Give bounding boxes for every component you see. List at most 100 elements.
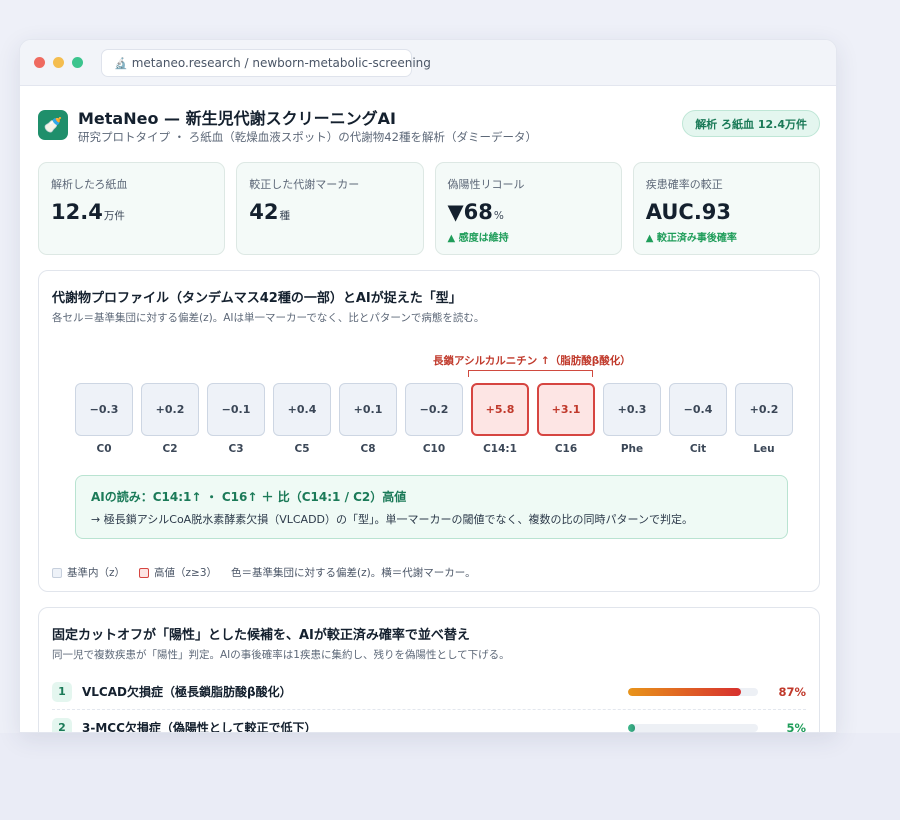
metabolite-profile-card: 代謝物プロファイル（タンデムマス42種の一部）とAIが捉えた「型」 各セル＝基準… [38, 270, 820, 592]
stat-label: 偽陽性リコール [447, 178, 525, 191]
stat-unit: 万件 [103, 210, 125, 222]
cell-marker-label: C14:1 [483, 443, 517, 455]
cell-marker-label: C10 [422, 443, 446, 455]
cell-marker-label: C8 [360, 443, 376, 455]
cell-marker-label: C3 [228, 443, 244, 455]
stat-value: ▼68% [448, 200, 609, 224]
profile-legend: 基準内（z） 高値（z≥3） 色＝基準集団に対する偏差(z)。横＝代謝マーカー。 [52, 565, 476, 580]
cell-z-value: +0.3 [603, 383, 661, 436]
cell-z-value: +5.8 [471, 383, 529, 436]
stat-value-number: 12.4 [51, 200, 103, 224]
metabolite-cell-c16: +3.1 C16 [537, 383, 595, 455]
address-bar[interactable]: 🔬 metaneo.research / newborn-metabolic-s… [101, 49, 431, 77]
ranking-title: 固定カットオフが「陽性」とした候補を、AIが較正済み確率で並べ替え [52, 628, 470, 643]
stat-card-samples: 解析したろ紙血 12.4万件 [38, 162, 226, 255]
metabolite-cell-c2: +0.2 C2 [141, 383, 199, 455]
legend-item-base: 基準内（z） [52, 565, 125, 580]
app-subtitle: 研究プロトタイプ ・ ろ紙血（乾燥血液スポット）の代謝物42種を解析（ダミーデー… [78, 130, 537, 144]
cell-z-value: +0.2 [735, 383, 793, 436]
legend-note: 色＝基準集団に対する偏差(z)。横＝代謝マーカー。 [231, 567, 476, 579]
stat-value: 42種 [249, 200, 410, 224]
legend-label-high: 高値（z≥3） [154, 567, 218, 579]
disease-label: 3-MCC欠損症（偽陽性として較正で低下） [82, 721, 317, 733]
ranking-card: 固定カットオフが「陽性」とした候補を、AIが較正済み確率で並べ替え 同一児で複数… [38, 607, 820, 733]
app-header: 🍼 MetaNeo — 新生児代謝スクリーニングAI 研究プロトタイプ ・ ろ紙… [38, 86, 820, 162]
metabolite-cell-c5: +0.4 C5 [273, 383, 331, 455]
app-title: MetaNeo — 新生児代謝スクリーニングAI [78, 109, 396, 128]
probability-bar-fill [628, 688, 742, 696]
cell-marker-label: C0 [96, 443, 112, 455]
metabolite-cell-c8: +0.1 C8 [339, 383, 397, 455]
cell-z-value: −0.1 [207, 383, 265, 436]
microscope-icon: 🔬 [114, 56, 128, 70]
close-window-button[interactable] [34, 57, 45, 68]
cell-z-value: −0.2 [405, 383, 463, 436]
stat-note: ▲ 感度は維持 [447, 233, 509, 244]
cell-marker-label: Phe [620, 443, 644, 455]
metabolite-cell-phe: +0.3 Phe [603, 383, 661, 455]
stat-card-calibration: 疾患確率の較正 AUC.93 ▲ 較正済み事後確率 [632, 162, 820, 255]
page-background-stripe [0, 733, 900, 820]
legend-item-high: 高値（z≥3） [139, 565, 217, 580]
minimize-window-button[interactable] [53, 57, 64, 68]
stat-value: AUC.93 [646, 200, 807, 224]
insight-body: → 極長鎖アシルCoA脱水素酵素欠損（VLCADD）の「型」。単一マーカーの閾値… [91, 513, 693, 526]
probability-bar-track [628, 724, 758, 732]
stat-card-false-positive: 偽陽性リコール ▼68% ▲ 感度は維持 [434, 162, 622, 255]
pattern-annotation: 長鎖アシルカルニチン ↑（脂肪酸β酸化） [433, 355, 631, 367]
stat-label: 解析したろ紙血 [51, 178, 128, 191]
stat-label: 較正した代謝マーカー [249, 178, 360, 191]
cell-z-value: −0.4 [669, 383, 727, 436]
browser-titlebar: 🔬 metaneo.research / newborn-metabolic-s… [20, 40, 836, 86]
metabolite-cell-leu: +0.2 Leu [735, 383, 793, 455]
pattern-bracket [468, 370, 593, 377]
ranking-subtitle: 同一児で複数疾患が「陽性」判定。AIの事後確率は1疾患に集約し、残りを偽陽性とし… [52, 649, 510, 661]
metabolite-cell-c14-1: +5.8 C14:1 [471, 383, 529, 455]
rank-badge: 2 [52, 717, 72, 732]
disease-label: VLCAD欠損症（極長鎖脂肪酸β酸化） [82, 685, 292, 699]
probability-value: 87% [778, 685, 806, 699]
ranking-row[interactable]: 1 VLCAD欠損症（極長鎖脂肪酸β酸化） 87% [52, 674, 806, 710]
ranking-list: 1 VLCAD欠損症（極長鎖脂肪酸β酸化） 87% 2 3-MCC欠損症（偽陽性として較… [52, 674, 806, 733]
cell-z-value: −0.3 [75, 383, 133, 436]
cell-z-value: +0.2 [141, 383, 199, 436]
ranking-row[interactable]: 2 3-MCC欠損症（偽陽性として較正で低下） 5% [52, 710, 806, 733]
stat-note: ▲ 較正済み事後確率 [645, 233, 737, 244]
cell-marker-label: C16 [554, 443, 578, 455]
browser-window: 🔬 metaneo.research / newborn-metabolic-s… [19, 39, 837, 733]
profile-title: 代謝物プロファイル（タンデムマス42種の一部）とAIが捉えた「型」 [52, 291, 462, 306]
cell-z-value: +0.4 [273, 383, 331, 436]
insight-title: AIの読み：C14:1↑ ・ C16↑ ＋ 比（C14:1 / C2）高値 [91, 490, 407, 504]
metabolite-cell-c3: −0.1 C3 [207, 383, 265, 455]
stat-unit: % [493, 210, 504, 222]
legend-swatch-high [139, 567, 150, 578]
stat-value-number: AUC.93 [645, 200, 732, 224]
page-content: 🍼 MetaNeo — 新生児代謝スクリーニングAI 研究プロトタイプ ・ ろ紙… [38, 86, 820, 733]
legend-swatch-base [52, 567, 62, 578]
stat-value-number: ▼68 [447, 200, 493, 224]
stat-label: 疾患確率の較正 [645, 178, 723, 191]
stats-row: 解析したろ紙血 12.4万件 較正した代謝マーカー 42種 偽陽性リコール ▼6… [38, 162, 820, 255]
metabolite-cell-c0: −0.3 C0 [75, 383, 133, 455]
cell-marker-label: Cit [689, 443, 707, 455]
rank-badge: 1 [52, 681, 72, 702]
profile-subtitle: 各セル＝基準集団に対する偏差(z)。AIは単一マーカーでなく、比とパターンで病態… [52, 312, 485, 324]
stat-card-markers: 較正した代謝マーカー 42種 [236, 162, 424, 255]
cell-marker-label: C2 [162, 443, 178, 455]
stat-value: 12.4万件 [51, 200, 212, 224]
probability-bar-fill [628, 724, 635, 732]
probability-value: 5% [786, 721, 806, 733]
maximize-window-button[interactable] [72, 57, 83, 68]
probability-bar-track [628, 688, 758, 696]
cell-z-value: +3.1 [537, 383, 595, 436]
metabolite-cells: −0.3 C0 +0.2 C2 −0.1 C3 +0.4 C5 +0.1 C8 −0.2 C10 +5.… [75, 383, 793, 455]
cell-marker-label: C5 [294, 443, 310, 455]
baby-bottle-icon: 🍼 [38, 110, 68, 140]
analysis-count-badge: 解析 ろ紙血 12.4万件 [682, 110, 820, 137]
ai-insight-box: AIの読み：C14:1↑ ・ C16↑ ＋ 比（C14:1 / C2）高値 → … [75, 475, 788, 539]
stat-value-number: 42 [249, 200, 279, 224]
stat-unit: 種 [279, 210, 290, 222]
cell-z-value: +0.1 [339, 383, 397, 436]
metabolite-cell-c10: −0.2 C10 [405, 383, 463, 455]
metabolite-cell-cit: −0.4 Cit [669, 383, 727, 455]
